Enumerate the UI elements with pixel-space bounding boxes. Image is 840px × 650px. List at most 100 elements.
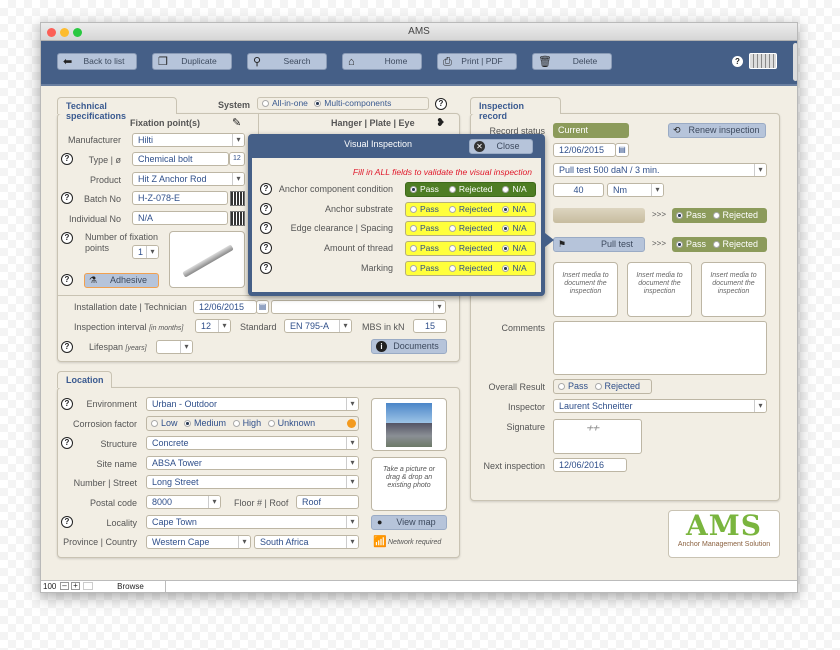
manufacturer-select[interactable]: Hilti (132, 133, 245, 147)
renew-inspection-button[interactable]: ⟲ Renew inspection (668, 123, 766, 138)
help-icon[interactable]: ? (260, 261, 272, 274)
media-slot-3[interactable]: Insert media to document the inspection (701, 262, 766, 317)
radio-high[interactable] (232, 420, 240, 427)
radio-rejected[interactable] (448, 245, 456, 253)
install-date-field[interactable]: 12/06/2015 (193, 300, 257, 314)
radio-rejected[interactable] (448, 225, 456, 233)
wrench-icon[interactable]: ✎ (232, 116, 241, 129)
locality-select[interactable]: Cape Town (146, 515, 359, 529)
visual-inspection-button[interactable] (553, 208, 645, 223)
radio-na[interactable] (502, 205, 510, 213)
individual-field[interactable]: N/A (132, 211, 228, 225)
radio-pass[interactable] (410, 186, 417, 193)
fixation-count-select[interactable]: 1 (132, 245, 159, 259)
help-icon[interactable]: ? (260, 222, 272, 235)
torque-field[interactable]: 40 (553, 183, 604, 197)
inspection-date-field[interactable]: 12/06/2015 (553, 143, 616, 157)
toggle-toolbar-button[interactable] (83, 582, 93, 590)
diameter-field[interactable]: 12 (229, 152, 245, 166)
tab-technical-specifications[interactable]: Technical specifications (57, 97, 177, 121)
standard-select[interactable]: EN 795-A (284, 319, 352, 333)
help-icon[interactable]: ? (61, 153, 73, 165)
radio-pass[interactable] (410, 264, 417, 272)
tab-location[interactable]: Location (57, 371, 112, 388)
postal-select[interactable]: 8000 (146, 495, 221, 509)
radio-na[interactable] (502, 225, 510, 233)
radio-na[interactable] (502, 245, 510, 253)
structure-select[interactable]: Concrete (146, 436, 359, 450)
radio-rejected[interactable] (448, 186, 456, 193)
street-select[interactable]: Long Street (146, 475, 359, 489)
zoom-out-button[interactable]: – (60, 582, 69, 590)
help-icon[interactable]: ? (435, 98, 447, 110)
radio-all-in-one[interactable] (262, 100, 269, 107)
radio-na[interactable] (502, 186, 510, 193)
radio-pass[interactable] (558, 383, 565, 390)
calendar-icon[interactable]: ▤ (256, 300, 269, 314)
batch-field[interactable]: H-Z-078-E (132, 191, 228, 205)
radio-rejected[interactable] (448, 205, 456, 213)
radio-medium[interactable] (184, 420, 192, 427)
help-icon[interactable]: ? (260, 183, 272, 195)
lifespan-select[interactable] (156, 340, 193, 354)
tab-inspection-record[interactable]: Inspection record (470, 97, 561, 121)
radio-rejected[interactable] (712, 241, 720, 248)
record-status-value: Current (553, 123, 629, 138)
mbs-field[interactable]: 15 (413, 319, 447, 333)
pull-test-button[interactable]: ⚑ Pull test (553, 237, 645, 252)
floor-field[interactable]: Roof (296, 495, 359, 509)
result-radio-group: Pass Rejected N/A (405, 221, 536, 237)
province-select[interactable]: Western Cape (146, 535, 251, 549)
help-icon[interactable]: ? (61, 341, 73, 353)
technician-select[interactable] (271, 300, 446, 314)
country-select[interactable]: South Africa (254, 535, 359, 549)
test-select[interactable]: Pull test 500 daN / 3 min. (553, 163, 767, 177)
radio-rejected[interactable] (712, 212, 720, 219)
zoom-level[interactable]: 100 (43, 581, 56, 592)
radio-pass[interactable] (410, 225, 417, 233)
type-label: Type | ø (88, 155, 121, 165)
calendar-icon[interactable]: ▤ (615, 143, 629, 157)
documents-button[interactable]: i Documents (371, 339, 447, 354)
radio-rejected[interactable] (448, 264, 456, 272)
zoom-in-button[interactable]: + (71, 582, 80, 590)
signature-box[interactable]: ⺿ (553, 419, 642, 454)
view-map-button[interactable]: ● View map (371, 515, 447, 530)
visual-result-radio-group: Pass Rejected (672, 208, 767, 223)
radio-pass[interactable] (676, 241, 683, 248)
help-icon[interactable]: ? (260, 202, 272, 215)
environment-select[interactable]: Urban - Outdoor (146, 397, 359, 411)
help-icon[interactable]: ? (61, 192, 73, 204)
radio-low[interactable] (151, 420, 158, 427)
inspector-select[interactable]: Laurent Schneitter (553, 399, 767, 413)
type-field[interactable]: Chemical bolt (132, 152, 229, 166)
help-icon[interactable]: ? (61, 232, 73, 244)
radio-na[interactable] (502, 264, 510, 272)
media-slot-2[interactable]: Insert media to document the inspection (627, 262, 692, 317)
street-label: Number | Street (73, 478, 137, 488)
comments-textarea[interactable] (553, 321, 767, 375)
torque-unit-select[interactable]: Nm (607, 183, 664, 197)
site-photo[interactable] (371, 398, 447, 451)
next-inspection-field[interactable]: 12/06/2016 (553, 458, 627, 472)
photo-dropzone[interactable]: Take a picture or drag & drop an existin… (371, 457, 447, 511)
media-slot-1[interactable]: Insert media to document the inspection (553, 262, 618, 317)
product-select[interactable]: Hit Z Anchor Rod (132, 172, 245, 186)
radio-rejected[interactable] (594, 383, 602, 390)
qr-code-icon[interactable] (230, 191, 245, 206)
site-select[interactable]: ABSA Tower (146, 456, 359, 470)
radio-pass[interactable] (676, 212, 683, 219)
radio-unknown[interactable] (267, 420, 275, 427)
adhesive-button[interactable]: ⚗ Adhesive (84, 273, 159, 288)
anchor-rod-picture (182, 244, 234, 278)
help-icon[interactable]: ? (61, 274, 73, 286)
qr-code-icon[interactable] (230, 211, 245, 226)
close-button[interactable]: ✕ Close (469, 139, 533, 154)
radio-pass[interactable] (410, 205, 417, 213)
hanger-icon[interactable]: ❥ (436, 116, 445, 129)
mode-indicator[interactable]: Browse (96, 581, 166, 592)
interval-select[interactable]: 12 (195, 319, 231, 333)
radio-multi-components[interactable] (314, 100, 322, 107)
help-icon[interactable]: ? (260, 242, 272, 255)
radio-pass[interactable] (410, 245, 417, 253)
